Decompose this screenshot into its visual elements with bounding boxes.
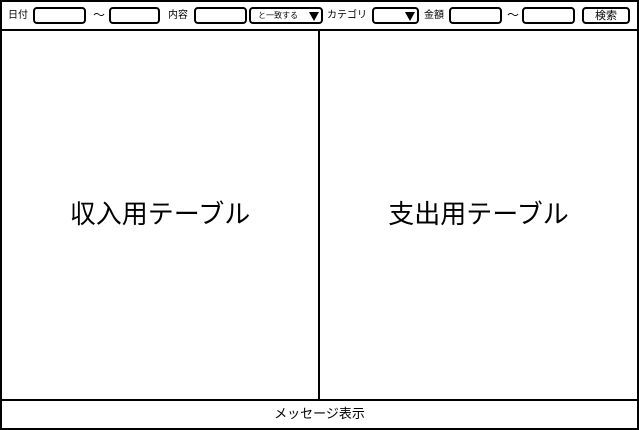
date-to-input[interactable] (109, 7, 160, 24)
expense-table-label: 支出用テーブル (388, 200, 569, 230)
amount-separator: ～ (507, 8, 520, 22)
message-label: メッセージ表示 (274, 407, 365, 422)
match-mode-select[interactable]: と一致する (249, 7, 323, 24)
category-select[interactable] (372, 7, 419, 24)
caret-down-icon (405, 12, 415, 21)
message-area: メッセージ表示 (2, 401, 637, 428)
date-separator: ～ (93, 8, 106, 22)
search-toolbar: 日付 ～ 内容 と一致する カテゴリ 金額 ～ 検索 (2, 2, 637, 29)
income-table-label: 収入用テーブル (69, 200, 251, 230)
amount-from-input[interactable] (449, 7, 502, 24)
date-from-input[interactable] (33, 7, 86, 24)
amount-to-input[interactable] (522, 7, 575, 24)
caret-down-icon (309, 12, 319, 21)
amount-label: 金額 (424, 10, 444, 21)
expense-table: 支出用テーブル (320, 31, 637, 399)
date-label: 日付 (8, 10, 28, 21)
category-label: カテゴリ (327, 10, 367, 21)
content-input[interactable] (194, 7, 247, 24)
search-button[interactable]: 検索 (582, 7, 630, 24)
match-mode-value: と一致する (258, 11, 298, 20)
content-label: 内容 (168, 10, 188, 21)
income-table: 収入用テーブル (2, 31, 318, 399)
